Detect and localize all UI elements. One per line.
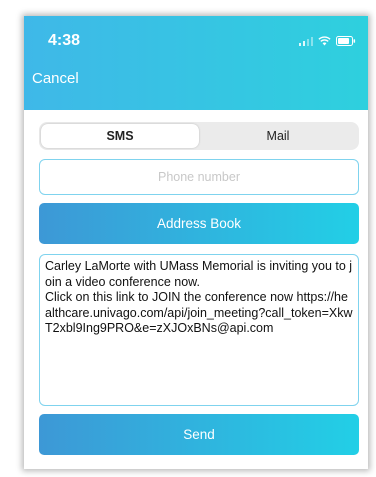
status-icons	[298, 36, 357, 46]
phone-screen: 4:38 Cancel SMS Mail Phone number Addres…	[24, 16, 368, 469]
send-button[interactable]: Send	[39, 414, 359, 455]
send-method-tabs: SMS Mail	[39, 122, 359, 150]
status-time: 4:38	[48, 32, 81, 49]
header-bar: 4:38 Cancel	[24, 16, 368, 110]
address-book-button[interactable]: Address Book	[39, 203, 359, 244]
signal-icon	[298, 36, 313, 46]
battery-icon	[336, 36, 356, 46]
cancel-button[interactable]: Cancel	[32, 70, 79, 87]
tab-mail[interactable]: Mail	[199, 124, 357, 148]
phone-number-field[interactable]	[39, 159, 359, 195]
tab-sms[interactable]: SMS	[41, 124, 199, 148]
wifi-icon	[318, 36, 331, 46]
screenshot-stage: 4:38 Cancel SMS Mail Phone number Addres…	[0, 0, 376, 477]
message-textarea[interactable]: Carley LaMorte with UMass Memorial is in…	[39, 254, 359, 406]
